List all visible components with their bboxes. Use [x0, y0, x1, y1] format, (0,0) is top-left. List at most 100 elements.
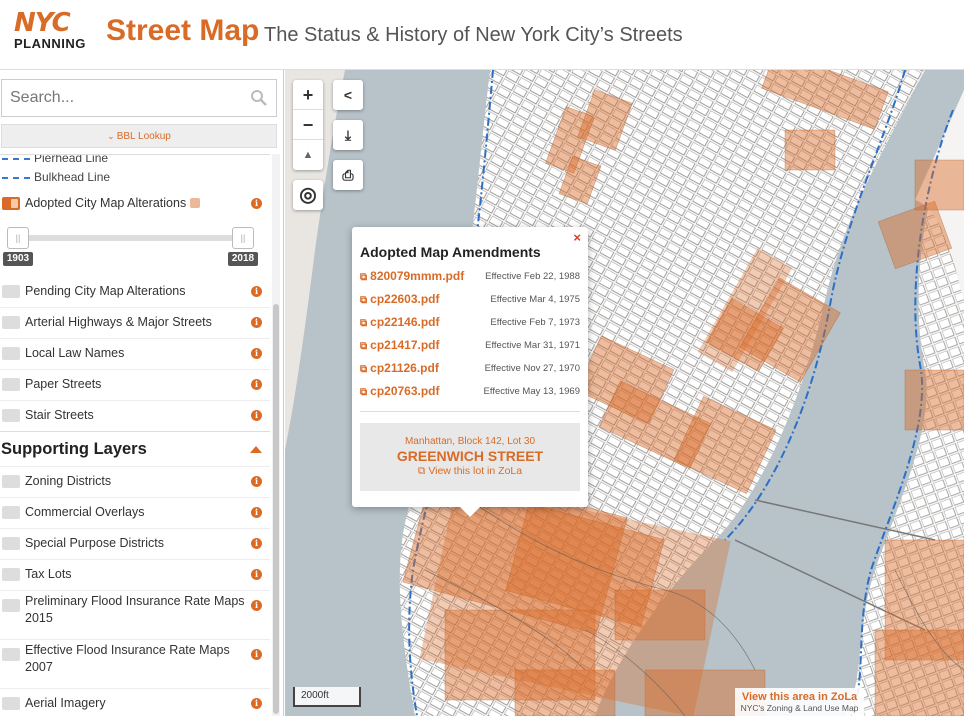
- info-icon[interactable]: i: [251, 569, 262, 580]
- amendment-pdf-link[interactable]: ⧉ cp22146.pdf: [360, 315, 440, 329]
- layer-checkbox[interactable]: [2, 378, 20, 391]
- layer-row[interactable]: Pending City Map Alterations i: [0, 277, 270, 308]
- info-icon[interactable]: i: [251, 538, 262, 549]
- app-title: Street Map: [106, 14, 260, 47]
- external-link-icon: ⧉: [360, 387, 368, 398]
- external-link-icon: ⧉: [360, 364, 368, 375]
- compass-button[interactable]: ▲: [293, 140, 323, 170]
- amendment-row: ⧉ cp22603.pdf Effective Mar 4, 1975: [360, 290, 580, 310]
- dash-line-icon: [2, 176, 30, 179]
- info-icon[interactable]: i: [251, 286, 262, 297]
- scale-bar: 2000ft: [293, 687, 361, 707]
- amendment-date: Effective Mar 31, 1971: [485, 340, 580, 351]
- layer-checkbox[interactable]: [2, 475, 20, 488]
- layer-row[interactable]: Zoning Districts i: [0, 467, 270, 498]
- layer-checkbox[interactable]: [2, 347, 20, 360]
- slider-handle-min[interactable]: ||: [7, 227, 29, 249]
- layer-label: Adopted City Map Alterations: [25, 196, 201, 210]
- layer-row[interactable]: Commercial Overlays i: [0, 498, 270, 529]
- layer-adopted-alterations[interactable]: Adopted City Map Alterations i: [0, 189, 270, 220]
- amendment-pdf-link[interactable]: ⧉ cp20763.pdf: [360, 384, 440, 398]
- layer-checkbox[interactable]: [2, 506, 20, 519]
- amendment-pdf-link[interactable]: ⧉ 820079mmm.pdf: [360, 269, 464, 283]
- info-icon[interactable]: i: [251, 317, 262, 328]
- info-icon[interactable]: i: [251, 476, 262, 487]
- search-icon[interactable]: [250, 89, 268, 107]
- layer-checkbox[interactable]: [2, 697, 20, 710]
- nyc-planning-logo[interactable]: NYC PLANNING: [14, 10, 92, 51]
- layer-row[interactable]: Aerial Imagery i: [0, 689, 270, 716]
- layer-row[interactable]: Tax Lots i: [0, 560, 270, 591]
- supporting-layers-header[interactable]: Supporting Layers: [0, 431, 270, 467]
- layer-checkbox[interactable]: [2, 316, 20, 329]
- amendment-file: cp20763.pdf: [370, 384, 440, 398]
- info-icon[interactable]: i: [251, 649, 262, 660]
- layer-row[interactable]: Arterial Highways & Major Streets i: [0, 308, 270, 339]
- layer-label-text: Adopted City Map Alterations: [25, 196, 187, 210]
- external-link-icon: ⧉: [360, 318, 368, 329]
- zoom-in-button[interactable]: +: [293, 80, 323, 110]
- layer-label: Commercial Overlays: [25, 505, 145, 519]
- info-icon[interactable]: i: [251, 410, 262, 421]
- bbl-lookup-label: BBL Lookup: [116, 131, 171, 142]
- lot-street-name: GREENWICH STREET: [396, 448, 544, 464]
- layer-row[interactable]: Preliminary Flood Insurance Rate Maps 20…: [0, 591, 270, 640]
- amendment-date: Effective May 13, 1969: [483, 386, 580, 397]
- bbl-lookup-button[interactable]: ⌄ BBL Lookup: [1, 124, 277, 148]
- print-icon[interactable]: ⎙: [333, 160, 363, 190]
- zoom-out-button[interactable]: −: [293, 110, 323, 140]
- view-lot-in-zola-link[interactable]: ⧉ View this lot in ZoLa: [360, 465, 580, 478]
- slider-handle-max[interactable]: ||: [232, 227, 254, 249]
- amendment-pdf-link[interactable]: ⧉ cp22603.pdf: [360, 292, 440, 306]
- layer-checkbox[interactable]: [2, 285, 20, 298]
- legend-label: Pierhead Line: [34, 154, 109, 165]
- info-icon[interactable]: i: [251, 379, 262, 390]
- info-icon[interactable]: i: [251, 507, 262, 518]
- external-link-icon: ⧉: [417, 465, 429, 477]
- close-icon[interactable]: ×: [573, 230, 581, 245]
- layer-label: Preliminary Flood Insurance Rate Maps 20…: [25, 594, 245, 625]
- layer-checkbox[interactable]: [2, 409, 20, 422]
- amendment-pdf-link[interactable]: ⧉ cp21417.pdf: [360, 338, 440, 352]
- legend-label: Bulkhead Line: [34, 170, 111, 184]
- info-icon[interactable]: i: [251, 348, 262, 359]
- layer-label: Stair Streets: [25, 408, 94, 422]
- sidebar-scrollbar[interactable]: [272, 154, 280, 716]
- layer-row[interactable]: Stair Streets i: [0, 401, 270, 432]
- info-icon[interactable]: i: [251, 198, 262, 209]
- caret-up-icon[interactable]: [250, 446, 262, 453]
- layer-row[interactable]: Local Law Names i: [0, 339, 270, 370]
- search-input[interactable]: [2, 80, 242, 116]
- zola-link-sublabel: NYC's Zoning & Land Use Map: [740, 703, 859, 713]
- year-range-slider[interactable]: [18, 235, 244, 241]
- layer-row[interactable]: Special Purpose Districts i: [0, 529, 270, 560]
- layer-label: Special Purpose Districts: [25, 536, 164, 550]
- layer-checkbox[interactable]: [2, 648, 20, 661]
- layer-checkbox[interactable]: [2, 568, 20, 581]
- amendments-popup: × Adopted Map Amendments ⧉ 820079mmm.pdf E…: [352, 227, 588, 517]
- amendment-row: ⧉ cp21126.pdf Effective Nov 27, 1970: [360, 359, 580, 379]
- layer-checkbox[interactable]: [2, 599, 20, 612]
- layer-row[interactable]: Effective Flood Insurance Rate Maps 2007…: [0, 640, 270, 689]
- amendment-pdf-link[interactable]: ⧉ cp21126.pdf: [360, 361, 439, 375]
- amendment-date: Effective Mar 4, 1975: [490, 294, 580, 305]
- info-icon[interactable]: i: [251, 600, 262, 611]
- share-icon[interactable]: <: [333, 80, 363, 110]
- layer-checkbox[interactable]: [2, 537, 20, 550]
- layer-checkbox[interactable]: [2, 197, 20, 210]
- amendment-date: Effective Nov 27, 1970: [484, 363, 580, 374]
- layer-label: Aerial Imagery: [25, 696, 106, 710]
- app-header: NYC PLANNING Street Map The Status & His…: [0, 0, 964, 70]
- scrollbar-thumb[interactable]: [273, 304, 279, 714]
- external-link-icon: ⧉: [360, 272, 368, 283]
- locate-icon[interactable]: ◎: [293, 180, 323, 210]
- info-icon[interactable]: i: [251, 698, 262, 709]
- amendment-row: ⧉ 820079mmm.pdf Effective Feb 22, 1988: [360, 267, 580, 287]
- amendment-file: cp21417.pdf: [370, 338, 440, 352]
- view-lot-label: View this lot in ZoLa: [428, 465, 523, 477]
- layer-row[interactable]: Paper Streets i: [0, 370, 270, 401]
- download-icon[interactable]: ⤓: [333, 120, 363, 150]
- lot-info-box: Manhattan, Block 142, Lot 30 GREENWICH S…: [360, 423, 580, 491]
- layer-label: Arterial Highways & Major Streets: [25, 315, 212, 329]
- view-in-zola-link[interactable]: View this area in ZoLa NYC's Zoning & La…: [735, 688, 864, 716]
